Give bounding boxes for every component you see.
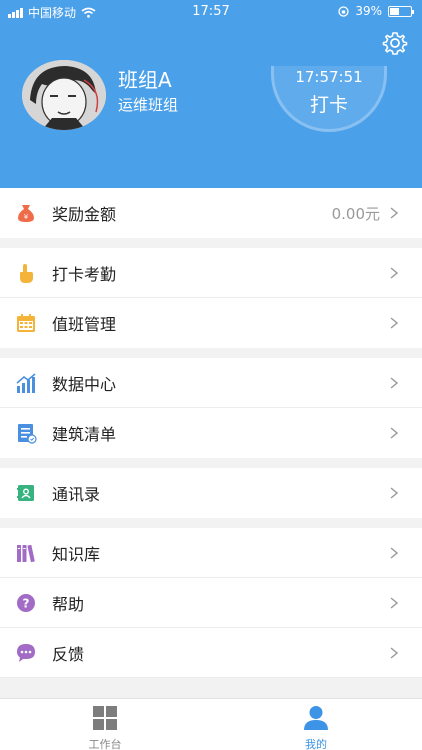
chevron-right-icon: [390, 317, 398, 329]
menu-item-building-list[interactable]: 建筑清单: [0, 408, 422, 458]
chevron-right-icon: [390, 487, 398, 499]
menu-item-feedback[interactable]: 反馈: [0, 628, 422, 678]
user-name: 班组A: [118, 68, 172, 92]
chevron-right-icon: [390, 207, 398, 219]
menu-item-attendance[interactable]: 打卡考勤: [0, 248, 422, 298]
chevron-right-icon: [390, 647, 398, 659]
battery-icon: [388, 5, 414, 17]
clock-time: 17:57:51: [295, 68, 363, 86]
grid-icon: [93, 706, 117, 730]
menu-item-knowledge[interactable]: 知识库: [0, 528, 422, 578]
menu-item-reward[interactable]: ¥ 奖励金额 0.00元: [0, 188, 422, 238]
settings-gear-icon[interactable]: [382, 30, 408, 56]
cartoon-face-icon: [22, 60, 106, 130]
menu-item-data-center[interactable]: 数据中心: [0, 358, 422, 408]
duty-label: 值班管理: [52, 315, 117, 334]
profile-header: 中国移动 17:57 39% 班组A 运维班组 17:57:51 打卡: [0, 0, 422, 188]
clock-in-button[interactable]: 17:57:51 打卡: [271, 66, 387, 132]
tab-bar: 工作台 我的: [0, 698, 422, 750]
status-bar: 中国移动 17:57 39%: [0, 0, 422, 22]
question-icon: ?: [17, 594, 35, 612]
menu-item-duty[interactable]: 值班管理: [0, 298, 422, 348]
menu-item-contacts[interactable]: 通讯录: [0, 468, 422, 518]
hand-pointer-icon: [20, 264, 33, 283]
contacts-book-icon: [17, 485, 34, 501]
tab-workbench[interactable]: 工作台: [55, 703, 155, 750]
person-icon: [304, 706, 328, 730]
books-icon: [17, 544, 35, 563]
tab-workbench-label: 工作台: [88, 738, 122, 750]
chat-bubble-icon: [17, 644, 35, 662]
help-label: 帮助: [52, 594, 85, 614]
chevron-right-icon: [390, 427, 398, 439]
data-center-label: 数据中心: [52, 374, 117, 394]
chevron-right-icon: [390, 267, 398, 279]
chevron-right-icon: [390, 547, 398, 559]
battery-percent: 39%: [355, 4, 382, 18]
tab-mine[interactable]: 我的: [266, 703, 366, 750]
contacts-label: 通讯录: [52, 485, 101, 504]
attendance-label: 打卡考勤: [52, 264, 117, 284]
reward-label: 奖励金额: [52, 205, 117, 224]
menu-list: ¥ 奖励金额 0.00元 打卡考勤 值班管理 数据中心 建筑清单 通讯录 知识库…: [0, 188, 422, 678]
menu-item-help[interactable]: ? 帮助: [0, 578, 422, 628]
user-team: 运维班组: [118, 96, 179, 114]
document-list-icon: [18, 424, 37, 444]
reward-value: 0.00元: [331, 204, 380, 223]
building-list-label: 建筑清单: [52, 425, 117, 444]
knowledge-label: 知识库: [52, 544, 101, 564]
money-bag-icon: ¥: [18, 205, 34, 222]
chevron-right-icon: [390, 597, 398, 609]
feedback-label: 反馈: [52, 644, 85, 664]
tab-mine-label: 我的: [305, 738, 327, 750]
calendar-icon: [17, 314, 35, 332]
svg-text:¥: ¥: [24, 213, 29, 221]
orientation-lock-icon: [338, 5, 349, 17]
bar-chart-icon: [16, 373, 36, 393]
chevron-right-icon: [390, 377, 398, 389]
avatar[interactable]: [22, 60, 106, 130]
clock-in-label: 打卡: [309, 94, 348, 116]
svg-text:?: ?: [23, 597, 30, 611]
